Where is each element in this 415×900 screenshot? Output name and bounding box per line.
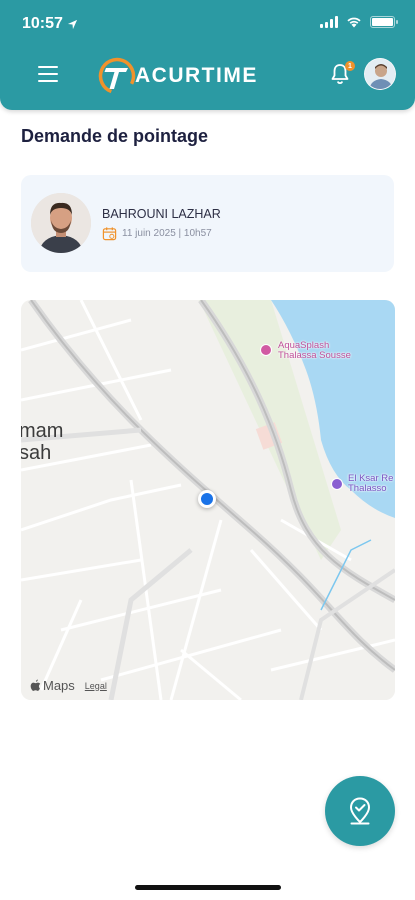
- calendar-icon: [102, 227, 117, 241]
- user-avatar: [31, 193, 91, 253]
- location-check-icon: [350, 797, 370, 825]
- map-place-label-2: sah: [21, 442, 52, 464]
- acurtime-logo: ACURTIME: [97, 56, 258, 96]
- map-place-label-1: mam: [21, 420, 64, 442]
- app-header: 10:57 ACURTIME 1: [0, 0, 415, 110]
- poi-elksar-subtitle: Thalasso: [348, 483, 387, 494]
- wifi-icon: [347, 17, 361, 28]
- acurtime-logo-icon: [98, 57, 136, 95]
- status-icons: [320, 16, 398, 28]
- poi-elksar-icon[interactable]: [331, 478, 343, 490]
- notifications-button[interactable]: 1: [328, 61, 355, 88]
- user-name: BAHROUNI LAZHAR: [102, 207, 221, 221]
- profile-avatar[interactable]: [364, 58, 396, 90]
- maps-brand: Maps: [43, 678, 75, 693]
- request-datetime: 11 juin 2025 | 10h57: [102, 226, 212, 241]
- current-location-dot: [198, 490, 216, 508]
- home-indicator: [135, 885, 281, 890]
- poi-aquasplash-subtitle: Thalassa Sousse: [278, 350, 351, 361]
- battery-icon: [370, 16, 398, 28]
- request-datetime-text: 11 juin 2025 | 10h57: [122, 228, 212, 239]
- apple-icon: [30, 679, 41, 691]
- cellular-signal-icon: [320, 16, 338, 28]
- user-card: BAHROUNI LAZHAR 11 juin 2025 | 10h57: [21, 175, 394, 272]
- map-legal-link[interactable]: Legal: [85, 681, 107, 691]
- location-arrow-icon: [67, 19, 78, 29]
- page-title: Demande de pointage: [21, 126, 209, 146]
- status-bar-time: 10:57: [22, 15, 78, 33]
- logo-text: ACURTIME: [135, 64, 258, 87]
- pointage-location-button[interactable]: [325, 776, 395, 846]
- poi-aquasplash-icon[interactable]: [260, 344, 272, 356]
- notification-badge: 1: [345, 61, 355, 71]
- menu-icon[interactable]: [38, 66, 58, 82]
- location-map[interactable]: mam sah AquaSplash Thalassa Sousse El Ks…: [21, 300, 395, 700]
- map-attribution: Maps Legal: [30, 678, 107, 693]
